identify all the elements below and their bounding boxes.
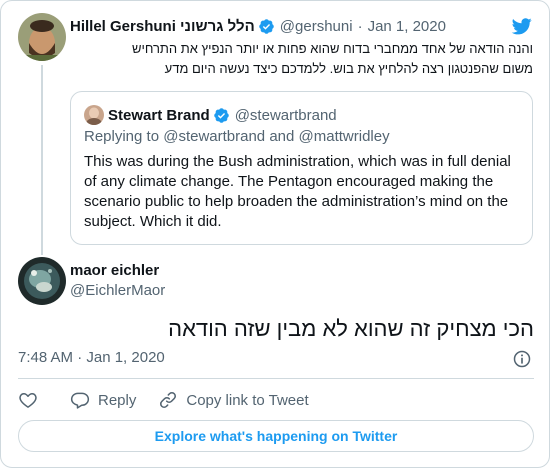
verified-badge-icon [213,107,229,123]
explore-button[interactable]: Explore what's happening on Twitter [18,420,534,452]
author-name[interactable]: maor eichler [70,262,159,279]
heart-icon [19,393,37,408]
divider [18,378,534,379]
tweet-timestamp[interactable]: 7:48 AM · Jan 1, 2020 [18,348,165,368]
embedded-tweet-card: Hillel Gershuni הלל גרשוני @gershuni · J… [0,0,550,468]
copy-link-button[interactable]: Copy link to Tweet [158,390,309,410]
link-icon [160,392,177,408]
thread-line [41,65,43,255]
twitter-bird-icon[interactable] [510,16,534,36]
quoted-tweet-text: This was during the Bush administration,… [84,153,511,230]
author-name[interactable]: Hillel Gershuni הלל גרשוני [70,18,255,35]
tweet-text-line: והנה הודאה של אחד ממחברי בדוח שהוא פחות … [131,41,533,56]
like-button[interactable] [18,390,38,410]
tweet-actions: Reply Copy link to Tweet [18,389,309,411]
author-handle[interactable]: @EichlerMaor [70,282,165,299]
verified-badge-icon [259,18,274,34]
tweet-text: הכי מצחיק זה שהוא לא מבין שזה הודאה [168,316,534,341]
avatar[interactable] [18,13,66,61]
tweet-date[interactable]: Jan 1, 2020 [368,18,446,35]
replying-to: Replying to @stewartbrand and @mattwridl… [84,128,390,145]
tweet-text-line: משום שהפנטגון רצה להלחיץ את בוש. ללמדכם … [164,61,533,76]
author-handle: @stewartbrand [234,106,337,124]
info-icon[interactable] [512,349,532,369]
parent-tweet-header: Hillel Gershuni הלל גרשוני @gershuni · J… [70,16,446,36]
quoted-tweet-header: Stewart Brand @stewartbrand [108,105,337,125]
avatar [84,105,104,125]
copy-link-label: Copy link to Tweet [186,391,309,409]
avatar[interactable] [18,257,66,305]
reply-button[interactable]: Reply [70,390,136,410]
reply-label: Reply [98,391,137,409]
dot-separator: · [357,17,363,35]
speech-bubble-icon [70,392,90,409]
quoted-tweet[interactable]: Stewart Brand @stewartbrand Replying to … [70,91,533,245]
author-handle[interactable]: @gershuni [280,18,353,35]
author-name: Stewart Brand [108,106,210,124]
